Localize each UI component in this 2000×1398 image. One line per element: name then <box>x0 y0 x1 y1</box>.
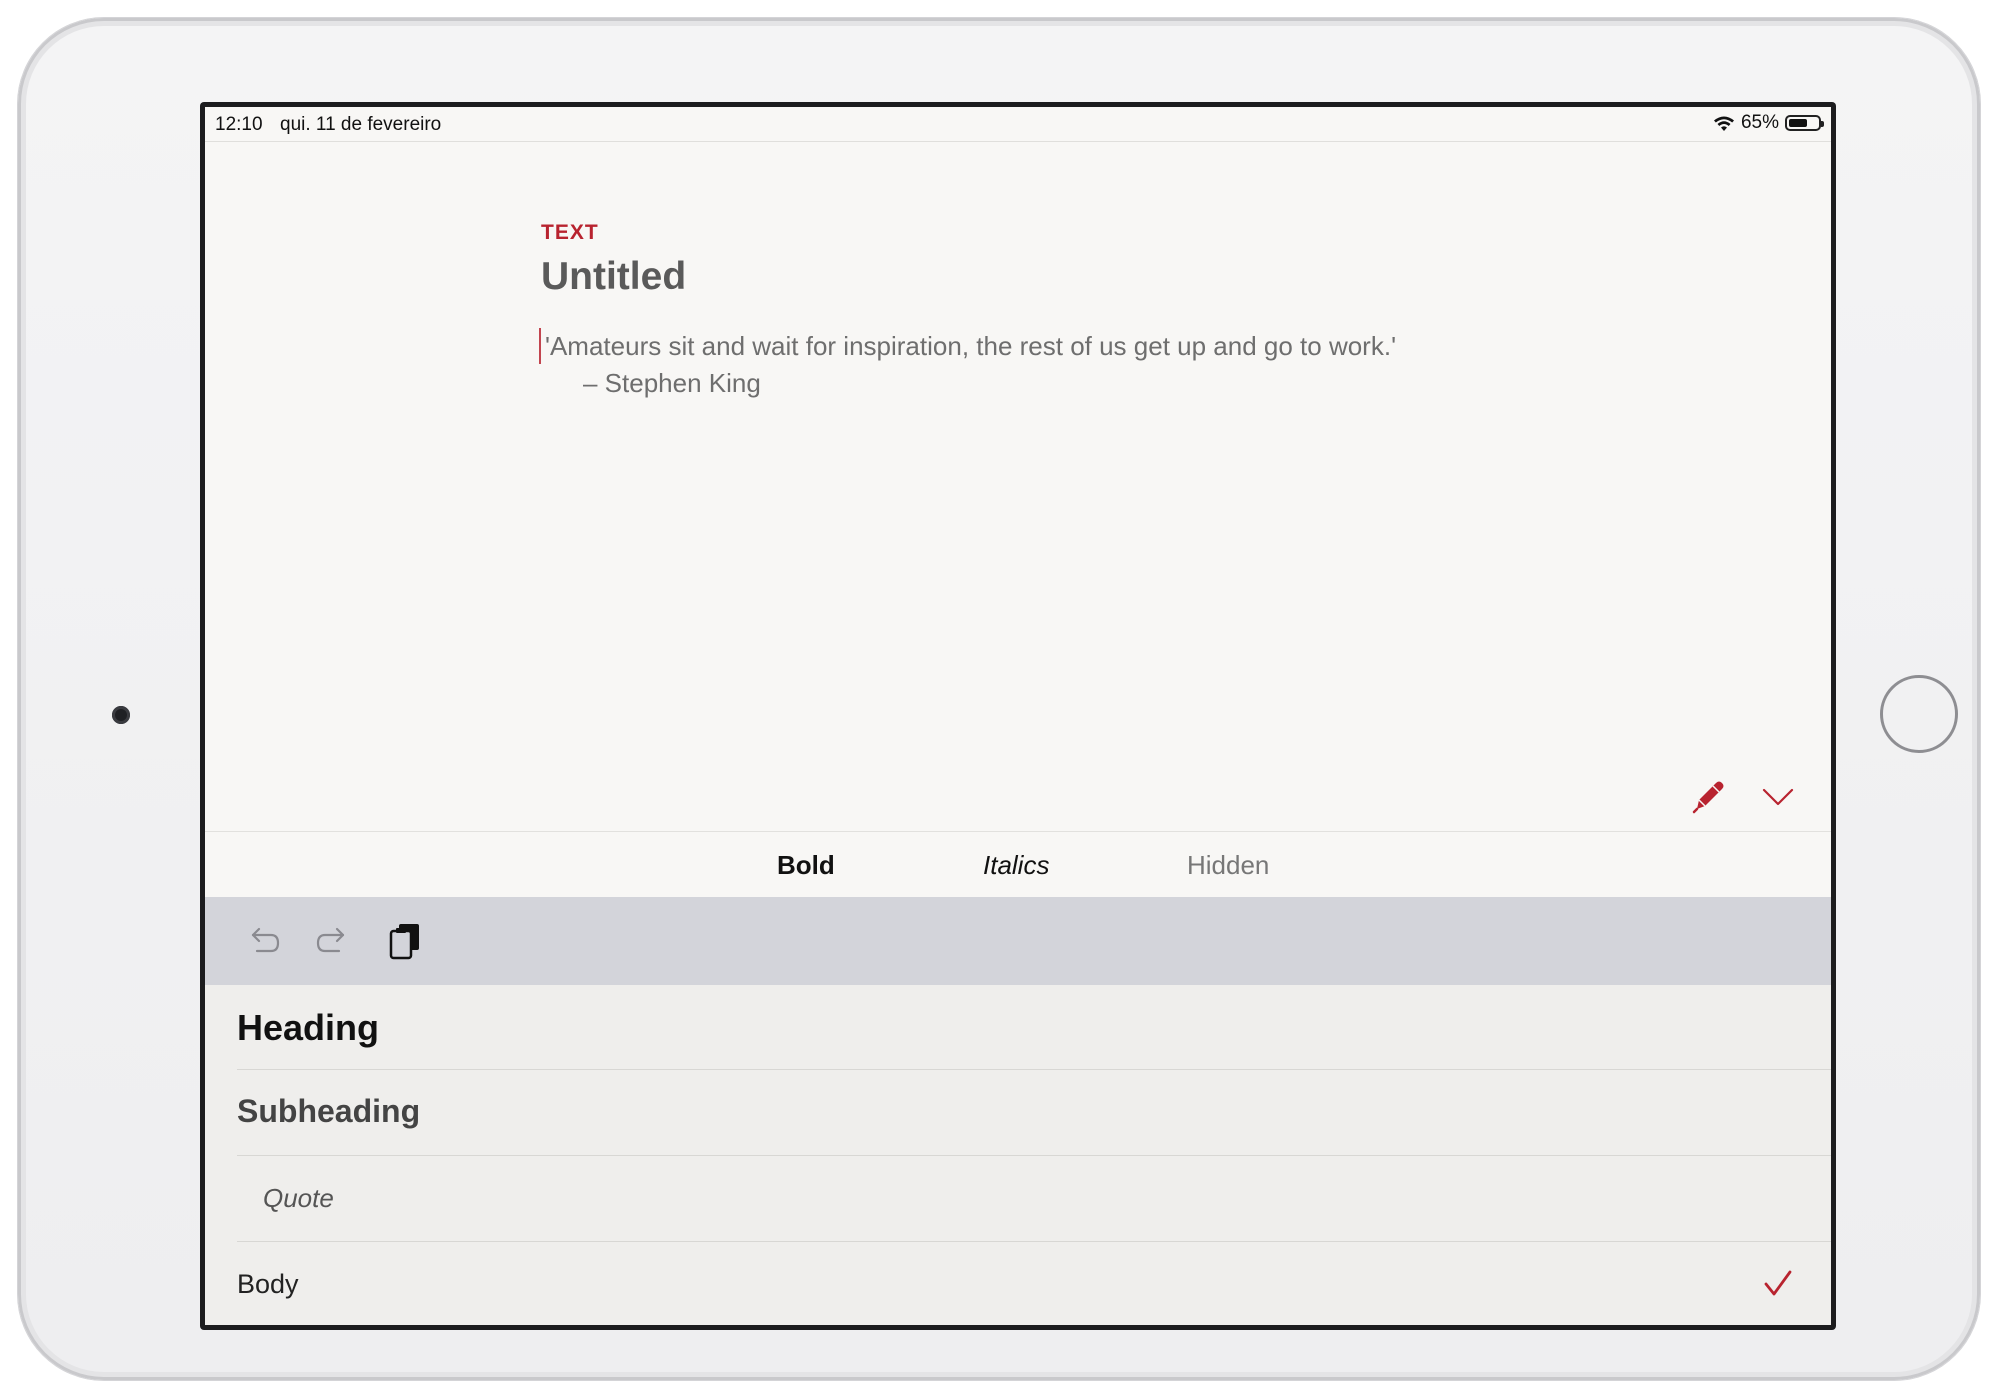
style-option-heading[interactable]: Heading <box>237 985 1831 1070</box>
hidden-button[interactable]: Hidden <box>1187 850 1269 881</box>
style-option-quote[interactable]: Quote <box>237 1157 1831 1242</box>
status-bar: 12:10 qui. 11 de fevereiro 65% <box>205 107 1831 142</box>
screen-bezel: 12:10 qui. 11 de fevereiro 65% TEXT Unti… <box>200 102 1836 1330</box>
style-option-subheading[interactable]: Subheading <box>237 1071 1831 1156</box>
battery-level <box>1789 119 1807 127</box>
style-label: Quote <box>263 1183 334 1213</box>
front-camera <box>112 706 130 724</box>
document-body-author[interactable]: – Stephen King <box>583 368 761 399</box>
format-bar: Bold Italics Hidden <box>205 831 1831 898</box>
status-indicators: 65% <box>1713 112 1824 134</box>
app-display: 12:10 qui. 11 de fevereiro 65% TEXT Unti… <box>205 107 1831 1325</box>
document-title[interactable]: Untitled <box>541 255 686 299</box>
style-option-body[interactable]: Body <box>237 1243 1831 1325</box>
paragraph-style-list: Heading Subheading Quote Body <box>205 985 1831 1325</box>
paste-icon[interactable] <box>385 921 425 961</box>
style-label: Subheading <box>237 1093 421 1129</box>
status-time: 12:10 <box>215 114 263 135</box>
document-body-quote[interactable]: 'Amateurs sit and wait for inspiration, … <box>545 331 1396 362</box>
ipad-frame: 12:10 qui. 11 de fevereiro 65% TEXT Unti… <box>18 18 1980 1380</box>
battery-icon <box>1785 115 1824 131</box>
document-type-label: TEXT <box>541 221 599 244</box>
pencil-icon[interactable] <box>1689 775 1729 815</box>
status-date: qui. 11 de fevereiro <box>280 114 442 135</box>
wifi-icon <box>1713 115 1735 132</box>
undo-icon[interactable] <box>243 921 283 961</box>
style-label: Body <box>237 1269 299 1299</box>
keyboard-toolbar <box>205 897 1831 985</box>
bold-button[interactable]: Bold <box>777 850 835 881</box>
battery-percent: 65% <box>1740 112 1779 133</box>
home-button[interactable] <box>1880 675 1958 753</box>
text-cursor <box>539 328 541 364</box>
style-label: Heading <box>237 1007 380 1048</box>
italics-button[interactable]: Italics <box>983 850 1049 881</box>
chevron-down-icon[interactable] <box>1761 779 1795 813</box>
checkmark-icon <box>1761 1267 1795 1301</box>
redo-icon[interactable] <box>313 921 353 961</box>
